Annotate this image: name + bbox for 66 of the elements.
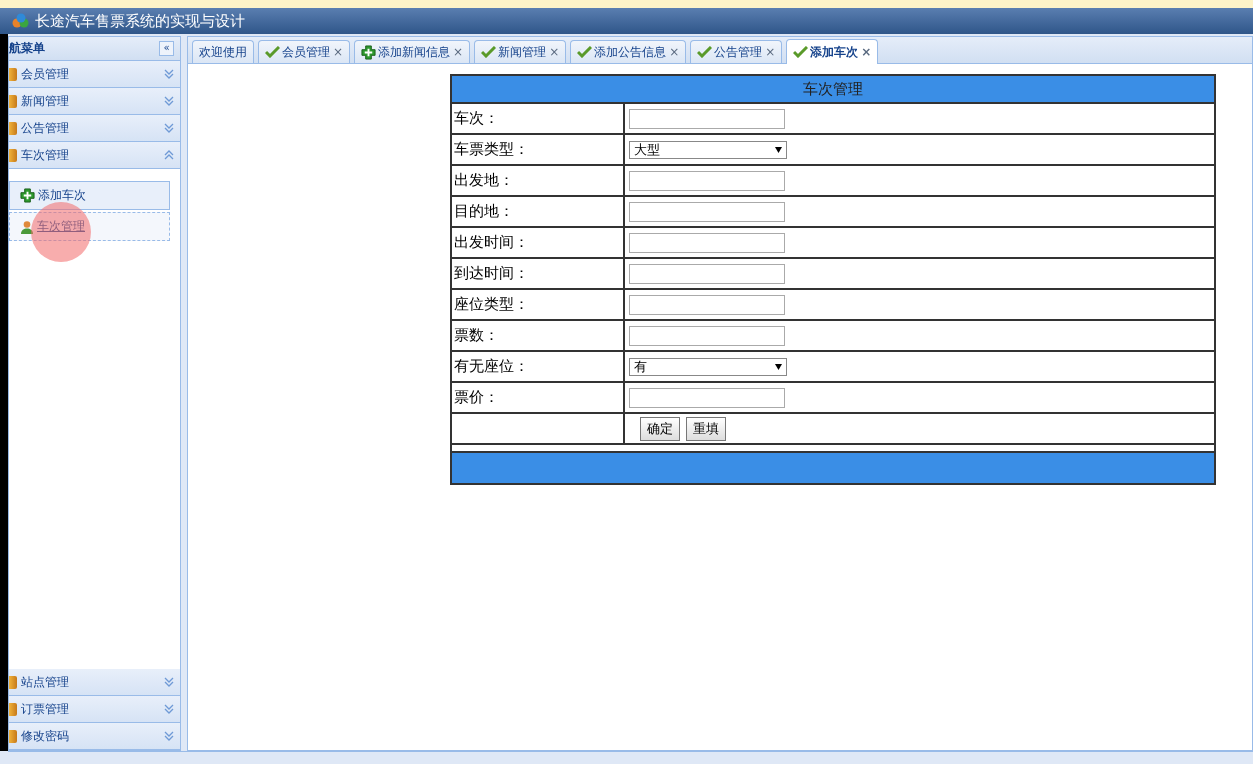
tab[interactable]: 添加车次 × [786,39,879,64]
input-field[interactable] [629,201,785,222]
accordion-header[interactable]: 新闻管理 [9,88,180,115]
field-label: 车票类型： [451,134,624,165]
input-field[interactable] [629,108,785,129]
input-field[interactable] [629,387,785,408]
folder-icon [9,729,17,743]
close-icon[interactable]: × [861,45,872,59]
plus-icon [361,44,377,60]
select-field[interactable]: 大型 [629,140,787,159]
dropdown-icon [775,363,782,370]
accordion-header[interactable]: 公告管理 [9,115,180,142]
field-label: 目的地： [451,196,624,227]
close-icon[interactable]: × [669,45,680,59]
field-label: 到达时间： [451,258,624,289]
input-field[interactable] [629,263,785,284]
cursor-highlight [31,202,91,262]
window-title: 长途汽车售票系统的实现与设计 [35,11,245,31]
close-icon[interactable]: × [333,45,344,59]
folder-icon [9,67,17,81]
sidebar-title: 航菜单 [9,40,45,57]
tab[interactable]: 公告管理 × [690,40,783,63]
field-label: 座位类型： [451,289,624,320]
form-button[interactable]: 重填 [686,416,726,441]
check-icon [793,46,809,58]
menu-item[interactable]: 添加车次 [9,181,170,210]
accordion-header[interactable]: 车次管理 [9,142,180,169]
folder-icon [9,94,17,108]
accordion-header[interactable]: 站点管理 [9,669,180,696]
form-button[interactable]: 确定 [640,416,680,441]
accordion-header[interactable]: 修改密码 [9,723,180,750]
input-field[interactable] [629,170,785,191]
folder-icon [9,702,17,716]
check-icon [481,46,497,58]
tab[interactable]: 新闻管理 × [474,40,567,63]
plus-icon [20,188,35,203]
field-label: 车次： [451,103,624,134]
folder-icon [9,121,17,135]
tab[interactable]: 欢迎使用 [192,40,254,63]
check-icon [577,46,593,58]
input-field[interactable] [629,294,785,315]
folder-icon [9,148,17,162]
tab[interactable]: 会员管理 × [258,40,351,63]
logo-icon [12,13,30,29]
field-label: 票数： [451,320,624,351]
folder-icon [9,675,17,689]
check-icon [697,46,713,58]
close-icon[interactable]: × [765,45,776,59]
close-icon[interactable]: × [453,45,464,59]
check-icon [265,46,280,58]
collapse-button[interactable]: « [159,41,174,56]
close-icon[interactable]: × [549,45,560,59]
select-field[interactable]: 有 [629,357,787,376]
input-field[interactable] [629,232,785,253]
user-icon [20,219,34,234]
field-label: 有无座位： [451,351,624,382]
input-field[interactable] [629,325,785,346]
tab[interactable]: 添加公告信息 × [570,40,687,63]
dropdown-icon [775,146,782,153]
accordion-header[interactable]: 订票管理 [9,696,180,723]
form-header: 车次管理 [451,75,1215,103]
field-label: 出发地： [451,165,624,196]
accordion-header[interactable]: 会员管理 [9,61,180,88]
field-label: 票价： [451,382,624,413]
tab[interactable]: 添加新闻信息 × [354,40,471,63]
field-label: 出发时间： [451,227,624,258]
